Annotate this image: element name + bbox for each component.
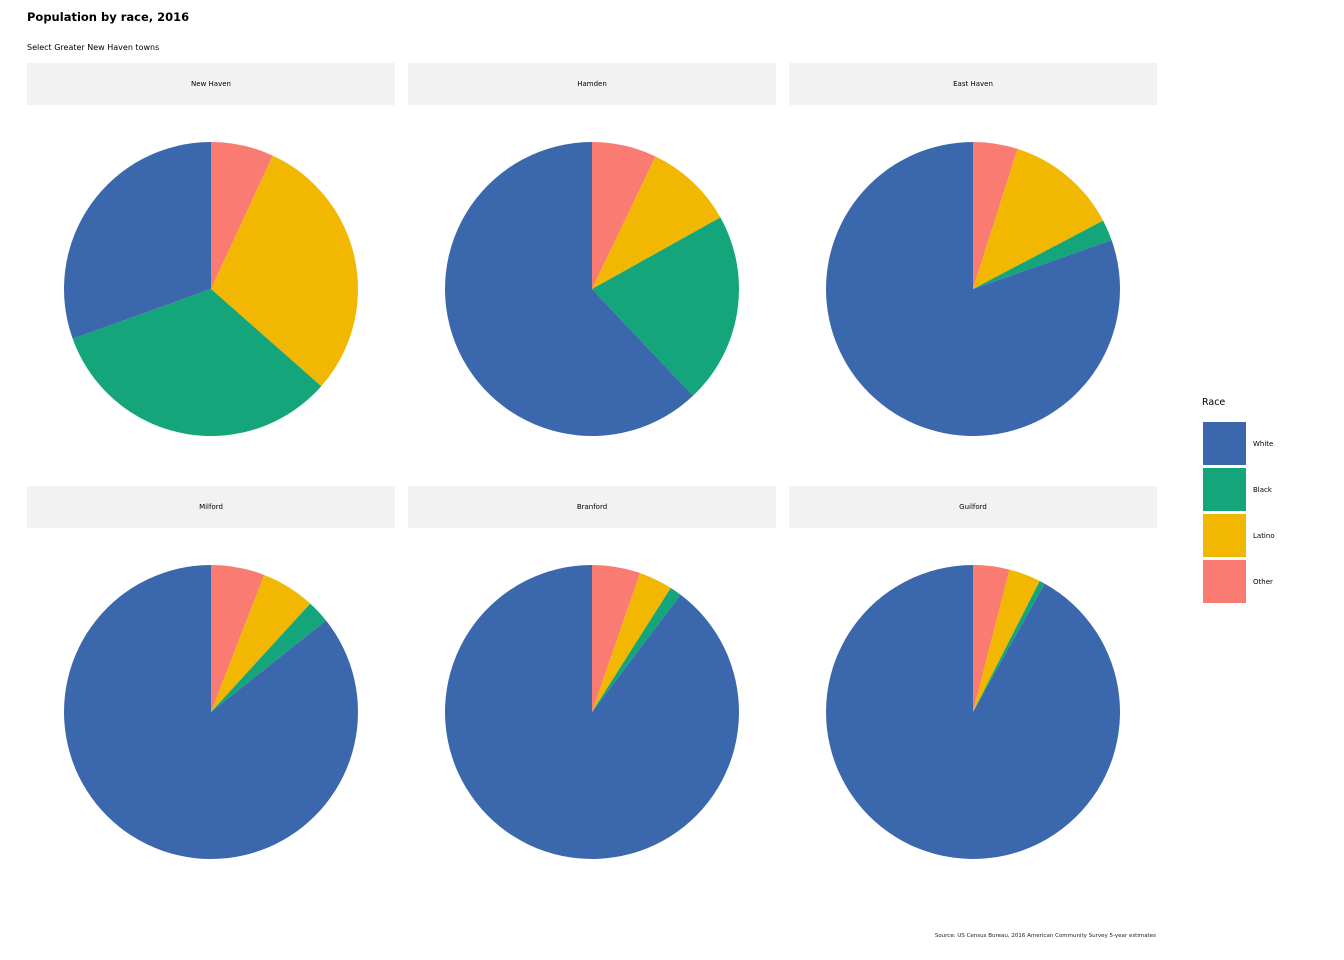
facet-strip-label: Branford (576, 503, 608, 511)
legend-item-latino: Latino (1202, 513, 1322, 559)
facet-panel-new-haven: New Haven (27, 63, 395, 458)
legend-title: Race (1202, 397, 1226, 408)
legend-swatch-white (1203, 422, 1246, 465)
facet-strip: Branford (408, 486, 776, 528)
legend-swatch-latino (1203, 514, 1246, 557)
facet-panel-guilford: Guilford (789, 486, 1157, 881)
facet-panel-milford: Milford (27, 486, 395, 881)
facet-panel-east-haven: East Haven (789, 63, 1157, 458)
legend-item-other: Other (1202, 559, 1322, 605)
legend-label-other: Other (1253, 578, 1273, 586)
facet-strip-label: Guilford (959, 503, 987, 511)
legend-swatch-other (1203, 560, 1246, 603)
source-note: Source: US Census Bureau, 2016 American … (934, 933, 1156, 939)
facet-strip-label: New Haven (191, 80, 231, 88)
legend-label-black: Black (1253, 486, 1272, 494)
facet-strip: Guilford (789, 486, 1157, 528)
legend-label-latino: Latino (1253, 532, 1275, 540)
facet-strip: New Haven (27, 63, 395, 105)
chart-subtitle: Select Greater New Haven towns (27, 43, 160, 52)
pie-chart-branford (445, 565, 740, 859)
chart-title: Population by race, 2016 (27, 10, 190, 24)
facet-strip-label: East Haven (953, 80, 993, 88)
legend-label-white: White (1253, 440, 1274, 448)
pie-chart-new-haven (64, 141, 358, 437)
legend-swatch-black (1203, 468, 1246, 511)
legend-item-black: Black (1202, 467, 1322, 513)
facet-strip: East Haven (789, 63, 1157, 105)
facet-strip: Hamden (408, 63, 776, 105)
pie-chart-east-haven (825, 142, 1120, 437)
legend: Race White Black Latino Other (1202, 397, 1322, 605)
pie-chart-guilford (826, 565, 1121, 859)
facet-panel-branford: Branford (408, 486, 776, 881)
facet-strip-label: Hamden (577, 80, 607, 88)
pie-chart-milford (63, 565, 358, 859)
facet-strip-label: Milford (199, 503, 223, 511)
pie-chart-hamden (444, 142, 739, 436)
facet-strip: Milford (27, 486, 395, 528)
legend-item-white: White (1202, 421, 1322, 467)
facet-panel-hamden: Hamden (408, 63, 776, 458)
